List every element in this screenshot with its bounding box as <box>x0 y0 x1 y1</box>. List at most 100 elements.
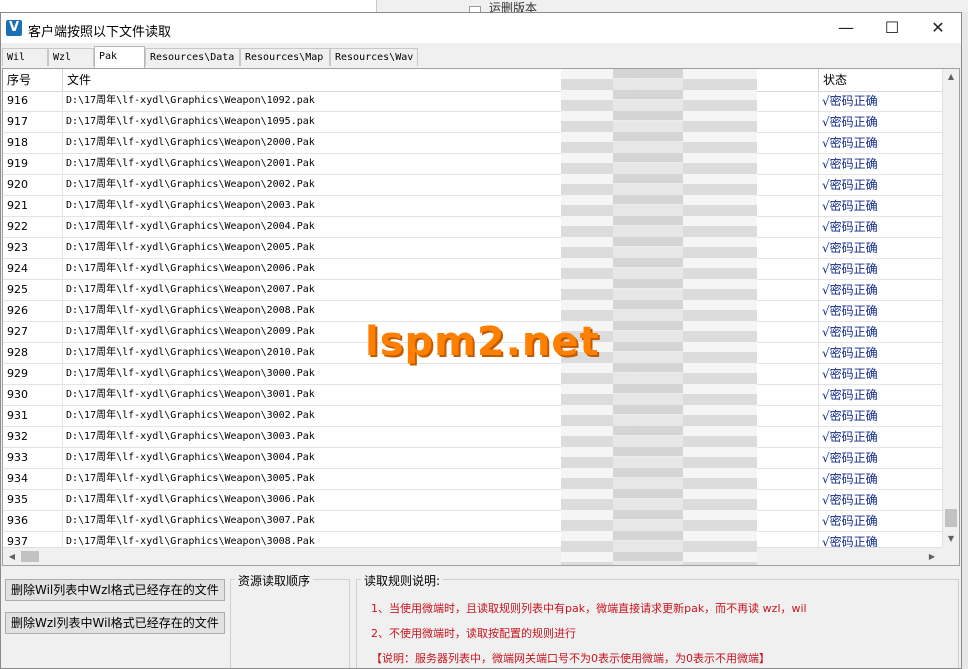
title-bar[interactable]: V 客户端按照以下文件读取 — ☐ ✕ <box>1 13 961 43</box>
row-index-cell: 933 <box>3 448 63 468</box>
table-row[interactable]: 935 D:\17周年\lf-xydl\Graphics\Weapon\3006.… <box>3 490 942 511</box>
row-status-cell: √密码正确 <box>822 199 878 213</box>
table-row[interactable]: 923 D:\17周年\lf-xydl\Graphics\Weapon\2005.… <box>3 238 942 259</box>
row-index-cell: 934 <box>3 469 63 489</box>
row-index-cell: 918 <box>3 133 63 153</box>
row-index-cell: 932 <box>3 427 63 447</box>
app-icon: V <box>6 20 22 36</box>
main-window: V 客户端按照以下文件读取 — ☐ ✕ Wil Wzl Pak Resource… <box>0 12 962 669</box>
table-row[interactable]: 933 D:\17周年\lf-xydl\Graphics\Weapon\3004.… <box>3 448 942 469</box>
row-status-cell: √密码正确 <box>822 283 878 297</box>
tab-resources-wav[interactable]: Resources\Wav <box>330 48 418 66</box>
row-index-cell: 927 <box>3 322 63 342</box>
table-row[interactable]: 920 D:\17周年\lf-xydl\Graphics\Weapon\2002.… <box>3 175 942 196</box>
tab-pak[interactable]: Pak <box>94 46 145 68</box>
row-status-cell: √密码正确 <box>822 157 878 171</box>
row-status-cell: √密码正确 <box>822 367 878 381</box>
table-row[interactable]: 925 D:\17周年\lf-xydl\Graphics\Weapon\2007.… <box>3 280 942 301</box>
row-index-cell: 928 <box>3 343 63 363</box>
horizontal-scrollbar[interactable]: ◀ ▶ <box>3 547 942 565</box>
delete-wzl-duplicates-button[interactable]: 删除Wzl列表中Wil格式已经存在的文件 <box>5 612 225 634</box>
file-list[interactable]: 序号 文件 状态 916 D:\17周年\lf-xydl\Graphics\Wea… <box>2 68 960 566</box>
minimize-button[interactable]: — <box>823 13 869 43</box>
tab-wzl[interactable]: Wzl <box>48 48 94 66</box>
vertical-scrollbar[interactable]: ▲ ▼ <box>942 69 959 547</box>
table-row[interactable]: 922 D:\17周年\lf-xydl\Graphics\Weapon\2004.… <box>3 217 942 238</box>
background-window-edge <box>962 12 968 669</box>
row-index-cell: 926 <box>3 301 63 321</box>
maximize-button[interactable]: ☐ <box>869 13 915 43</box>
row-status-cell: √密码正确 <box>822 94 878 108</box>
tab-resources-data[interactable]: Resources\Data <box>145 48 240 66</box>
rules-title: 读取规则说明: <box>361 572 444 589</box>
redacted-region-inner <box>613 69 683 565</box>
row-index-cell: 917 <box>3 112 63 132</box>
tab-wil[interactable]: Wil <box>2 48 48 66</box>
row-status-cell: √密码正确 <box>822 346 878 360</box>
resource-order-group: 资源读取顺序 <box>230 572 350 668</box>
row-status-cell: √密码正确 <box>822 451 878 465</box>
row-status-cell: √密码正确 <box>822 430 878 444</box>
row-status-cell: √密码正确 <box>822 178 878 192</box>
row-status-cell: √密码正确 <box>822 262 878 276</box>
row-index-cell: 919 <box>3 154 63 174</box>
table-row[interactable]: 936 D:\17周年\lf-xydl\Graphics\Weapon\3007.… <box>3 511 942 532</box>
table-row[interactable]: 921 D:\17周年\lf-xydl\Graphics\Weapon\2003.… <box>3 196 942 217</box>
row-index-cell: 930 <box>3 385 63 405</box>
table-row[interactable]: 931 D:\17周年\lf-xydl\Graphics\Weapon\3002.… <box>3 406 942 427</box>
row-status-cell: √密码正确 <box>822 493 878 507</box>
scrollbar-corner <box>942 547 959 565</box>
row-index-cell: 921 <box>3 196 63 216</box>
background-window: 运删版本 <box>376 0 968 18</box>
row-status-cell: √密码正确 <box>822 304 878 318</box>
rule-line-2: 2、不使用微端时，读取按配置的规则进行 <box>371 627 576 640</box>
row-status-cell: √密码正确 <box>822 409 878 423</box>
horizontal-scroll-thumb[interactable] <box>21 551 39 562</box>
watermark-logo: lspm2.net <box>365 319 600 365</box>
scroll-up-icon[interactable]: ▲ <box>943 69 959 85</box>
rule-line-1: 1、当使用微端时，且读取规则列表中有pak，微端直接请求更新pak，而不再读 w… <box>371 602 807 615</box>
row-status-cell: √密码正确 <box>822 136 878 150</box>
table-row[interactable]: 934 D:\17周年\lf-xydl\Graphics\Weapon\3005.… <box>3 469 942 490</box>
row-status-cell: √密码正确 <box>822 115 878 129</box>
row-status-cell: √密码正确 <box>822 241 878 255</box>
row-index-cell: 925 <box>3 280 63 300</box>
row-status-cell: √密码正确 <box>822 220 878 234</box>
column-header-index[interactable]: 序号 <box>3 69 63 91</box>
tab-resources-map[interactable]: Resources\Map <box>240 48 330 66</box>
resource-order-title: 资源读取顺序 <box>235 572 314 589</box>
window-title: 客户端按照以下文件读取 <box>28 25 172 40</box>
delete-wil-duplicates-button[interactable]: 删除Wil列表中Wzl格式已经存在的文件 <box>5 579 225 601</box>
scroll-down-icon[interactable]: ▼ <box>943 531 959 547</box>
tab-bar: Wil Wzl Pak Resources\Data Resources\Map… <box>1 46 961 68</box>
row-status-cell: √密码正确 <box>822 325 878 339</box>
rule-line-3: 【说明：服务器列表中，微端网关端口号不为0表示使用微端，为0表示不用微端】 <box>371 652 770 665</box>
table-row[interactable]: 929 D:\17周年\lf-xydl\Graphics\Weapon\3000.… <box>3 364 942 385</box>
scroll-right-icon[interactable]: ▶ <box>924 549 940 565</box>
row-index-cell: 916 <box>3 91 63 111</box>
row-index-cell: 935 <box>3 490 63 510</box>
list-header: 序号 文件 状态 <box>3 69 942 92</box>
row-index-cell: 924 <box>3 259 63 279</box>
row-index-cell: 920 <box>3 175 63 195</box>
row-status-cell: √密码正确 <box>822 472 878 486</box>
scroll-left-icon[interactable]: ◀ <box>4 549 20 565</box>
row-status-cell: √密码正确 <box>822 388 878 402</box>
table-row[interactable]: 930 D:\17周年\lf-xydl\Graphics\Weapon\3001.… <box>3 385 942 406</box>
row-index-cell: 936 <box>3 511 63 531</box>
row-status-cell: √密码正确 <box>822 514 878 528</box>
table-row[interactable]: 924 D:\17周年\lf-xydl\Graphics\Weapon\2006.… <box>3 259 942 280</box>
table-row[interactable]: 932 D:\17周年\lf-xydl\Graphics\Weapon\3003.… <box>3 427 942 448</box>
vertical-scroll-thumb[interactable] <box>945 509 957 527</box>
close-button[interactable]: ✕ <box>915 13 961 43</box>
row-index-cell: 922 <box>3 217 63 237</box>
table-row[interactable]: 918 D:\17周年\lf-xydl\Graphics\Weapon\2000.… <box>3 133 942 154</box>
row-index-cell: 929 <box>3 364 63 384</box>
table-row[interactable]: 916 D:\17周年\lf-xydl\Graphics\Weapon\1092.… <box>3 91 942 112</box>
rules-group: 读取规则说明: 1、当使用微端时，且读取规则列表中有pak，微端直接请求更新pa… <box>356 572 959 668</box>
table-row[interactable]: 919 D:\17周年\lf-xydl\Graphics\Weapon\2001.… <box>3 154 942 175</box>
bottom-panel: 删除Wil列表中Wzl格式已经存在的文件 删除Wzl列表中Wil格式已经存在的文… <box>1 569 961 668</box>
row-index-cell: 923 <box>3 238 63 258</box>
table-row[interactable]: 917 D:\17周年\lf-xydl\Graphics\Weapon\1095.… <box>3 112 942 133</box>
column-header-status[interactable]: 状态 <box>819 69 942 91</box>
